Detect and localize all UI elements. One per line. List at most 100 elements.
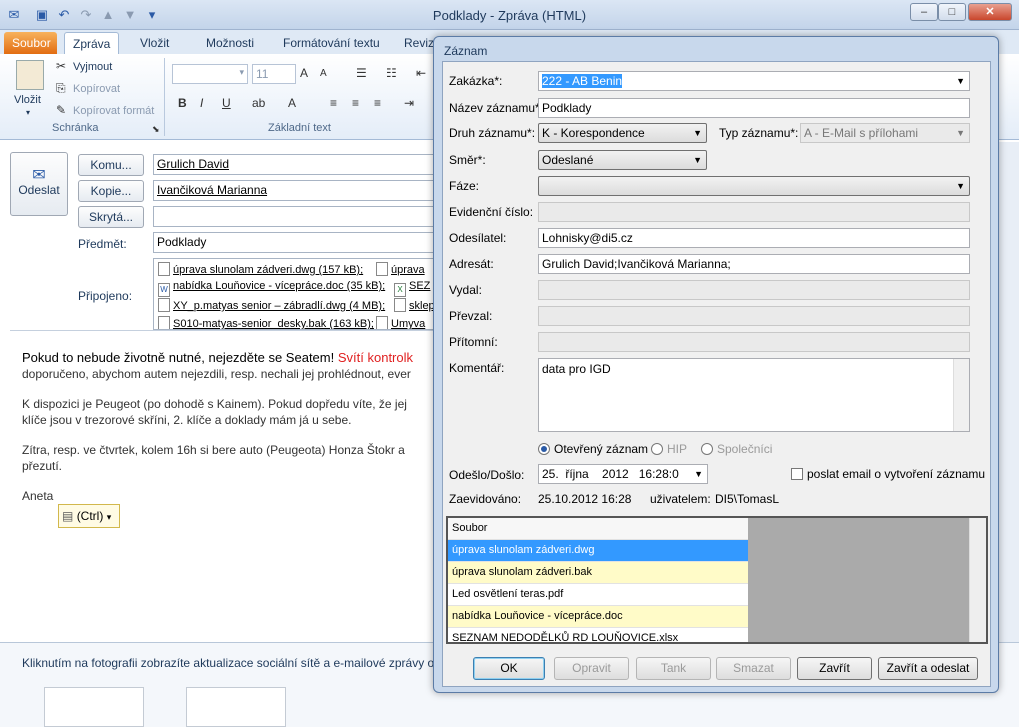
file-row[interactable]: Led osvětlení teras.pdf (448, 584, 748, 606)
align-left-icon[interactable]: ≡ (330, 96, 337, 110)
files-table: Soubor úprava slunolam zádveri.dwg úprav… (446, 516, 988, 644)
komentar-textarea[interactable]: data pro IGD (538, 358, 970, 432)
radio-open-icon (538, 443, 550, 455)
subject-field[interactable]: Podklady (153, 232, 443, 253)
to-field[interactable]: Grulich David (153, 154, 443, 175)
grow-font-icon[interactable]: A (300, 66, 308, 80)
highlight-icon[interactable]: ab (252, 96, 265, 110)
vydal-input[interactable] (538, 280, 970, 300)
zakazka-select[interactable]: 222 - AB Benin ▼ (538, 71, 970, 91)
adresat-input[interactable]: Grulich David;Ivančiková Marianna; (538, 254, 970, 274)
body-line: klíče jsou v trezorové skříni, 2. klíče … (22, 413, 352, 427)
chevron-down-icon: ▼ (693, 155, 702, 165)
radio-open[interactable]: Otevřený záznam (538, 442, 648, 456)
to-recipient[interactable]: Grulich David (157, 157, 229, 171)
attachment-item[interactable]: Umyva (376, 316, 425, 329)
email-checkbox[interactable] (791, 468, 803, 480)
tank-button[interactable]: Tank (636, 657, 711, 680)
radio-hip[interactable]: HIP (651, 442, 687, 456)
paste-dropdown-icon[interactable]: ▾ (26, 108, 30, 117)
font-size-select[interactable]: 11 (252, 64, 296, 84)
zavrit-odeslat-button[interactable]: Zavřít a odeslat (878, 657, 978, 680)
word-file-icon: W (158, 283, 170, 297)
faze-select[interactable]: ▼ (538, 176, 970, 196)
tab-format[interactable]: Formátování textu (275, 32, 388, 54)
odesilatel-input[interactable]: Lohnisky@di5.cz (538, 228, 970, 248)
pritomni-input[interactable] (538, 332, 970, 352)
file-row[interactable]: nabídka Louňovice - vícepráce.doc (448, 606, 748, 628)
files-scrollbar[interactable] (969, 518, 986, 642)
attachment-item[interactable]: XY_p.matyas senior – zábradlí.dwg (4 MB)… (158, 298, 385, 312)
align-right-icon[interactable]: ≡ (374, 96, 381, 110)
numbering-icon[interactable]: ☷ (386, 66, 397, 80)
outdent-icon[interactable]: ⇤ (416, 66, 426, 80)
bcc-button[interactable]: Skrytá... (78, 206, 144, 228)
ok-button[interactable]: OK (473, 657, 545, 680)
paste-icon[interactable] (16, 60, 44, 90)
odeslo-datetime[interactable]: 25. října 2012 16:28:0 ▼ (538, 464, 708, 484)
underline-icon[interactable]: U (222, 96, 231, 110)
bold-icon[interactable]: B (178, 96, 187, 110)
bcc-field[interactable] (153, 206, 443, 227)
minimize-button[interactable]: – (910, 3, 938, 21)
format-painter-button[interactable]: Kopírovat formát (73, 105, 154, 117)
radio-spolecnici-icon (701, 443, 713, 455)
odesilatel-label: Odesílatel: (449, 231, 507, 245)
attachment-item[interactable]: Wnabídka Louňovice - vícepráce.doc (35 k… (158, 280, 385, 297)
italic-icon[interactable]: I (200, 96, 203, 110)
maximize-button[interactable]: □ (938, 3, 966, 21)
social-connector-text[interactable]: Kliknutím na fotografii zobrazíte aktual… (22, 656, 441, 670)
font-color-icon[interactable]: A (288, 96, 296, 110)
files-header: Soubor (448, 518, 748, 540)
close-button[interactable]: ✕ (968, 3, 1012, 21)
attachment-item[interactable]: X SEZ (394, 280, 430, 297)
komentar-scrollbar[interactable] (953, 359, 969, 431)
radio-spolecnici[interactable]: Společníci (701, 442, 772, 456)
opravit-button[interactable]: Opravit (554, 657, 629, 680)
smer-select[interactable]: Odeslané ▼ (538, 150, 707, 170)
font-name-select[interactable]: ▾ (172, 64, 248, 84)
cut-button[interactable]: Vyjmout (73, 61, 112, 73)
evid-input[interactable] (538, 202, 970, 222)
send-button[interactable]: ✉ Odeslat (10, 152, 68, 216)
attachment-item[interactable]: sklep (394, 298, 435, 312)
contact-photo[interactable] (44, 687, 144, 727)
paste-button[interactable]: Vložit (14, 94, 41, 106)
contact-photo[interactable] (186, 687, 286, 727)
shrink-font-icon[interactable]: A (320, 68, 327, 79)
basic-text-group-label: Základní text (268, 122, 331, 134)
file-row[interactable]: SEZNAM NEDODĚLKŮ RD LOUŇOVICE.xlsx (448, 628, 748, 642)
message-body[interactable]: Pokud to nebude životně nutné, nejezděte… (22, 350, 438, 504)
bullets-icon[interactable]: ☰ (356, 66, 367, 80)
typ-select[interactable]: A - E-Mail s přílohami ▼ (800, 123, 970, 143)
tab-options[interactable]: Možnosti (198, 32, 262, 54)
cc-button[interactable]: Kopie... (78, 180, 144, 202)
attachment-item[interactable]: S010-matyas-senior_desky.bak (163 kB); (158, 316, 374, 329)
druh-select[interactable]: K - Korespondence ▼ (538, 123, 707, 143)
smazat-button[interactable]: Smazat (716, 657, 791, 680)
align-center-icon[interactable]: ≡ (352, 96, 359, 110)
cc-field[interactable]: Ivančiková Marianna (153, 180, 443, 201)
send-icon: ✉ (32, 167, 46, 184)
file-row[interactable]: úprava slunolam zádveri.dwg (448, 540, 748, 562)
copy-button[interactable]: Kopírovat (73, 83, 120, 95)
excel-file-icon: X (394, 283, 406, 297)
attachment-item[interactable]: úprava slunolam zádveri.dwg (157 kB); (158, 262, 363, 276)
prevzal-input[interactable] (538, 306, 970, 326)
indent-icon[interactable]: ⇥ (404, 96, 414, 110)
tab-message[interactable]: Zpráva (64, 32, 120, 54)
file-row[interactable]: úprava slunolam zádveri.bak (448, 562, 748, 584)
tab-insert[interactable]: Vložit (132, 32, 177, 54)
chevron-down-icon: ▼ (956, 128, 965, 138)
paste-options-button[interactable]: ▤ (Ctrl) ▾ (58, 504, 120, 528)
dialog-launcher-icon[interactable]: ⬊ (152, 124, 160, 135)
zavrit-button[interactable]: Zavřít (797, 657, 872, 680)
cc-recipient[interactable]: Ivančiková Marianna (157, 183, 267, 197)
nazev-input[interactable]: Podklady (538, 98, 970, 118)
attachment-item[interactable]: úprava (376, 262, 425, 276)
user-label: uživatelem: (650, 492, 711, 506)
to-button[interactable]: Komu... (78, 154, 144, 176)
tab-file[interactable]: Soubor (4, 32, 57, 54)
clipboard-group-label: Schránka (52, 122, 99, 134)
zakazka-label: Zakázka*: (449, 74, 503, 88)
